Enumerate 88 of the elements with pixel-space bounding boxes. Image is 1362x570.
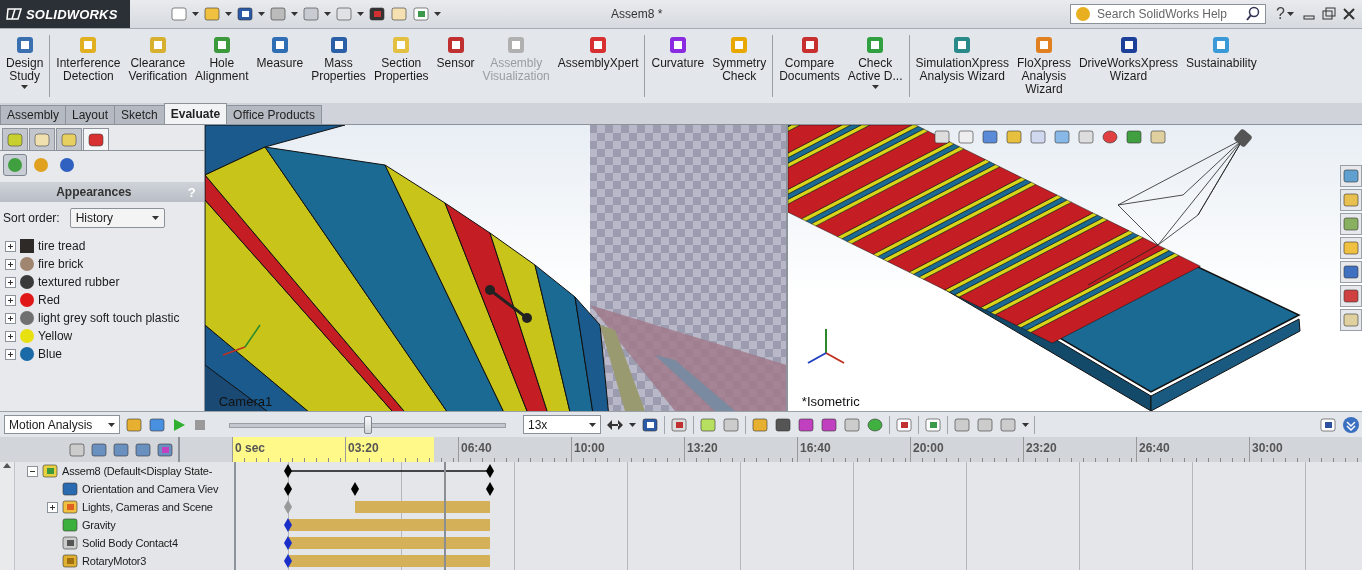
caret-icon[interactable]: [225, 12, 232, 16]
save-icon[interactable]: [641, 415, 659, 434]
tree-item[interactable]: Gravity: [82, 519, 116, 531]
search-icon[interactable]: [1245, 6, 1262, 22]
speed-dropdown[interactable]: 13x: [523, 415, 601, 434]
search-field[interactable]: Search SolidWorks Help: [1070, 4, 1267, 24]
expand-toggle-icon[interactable]: [5, 312, 16, 324]
command-tab[interactable]: Sketch: [114, 105, 165, 124]
sort-order-dropdown[interactable]: History: [69, 208, 165, 228]
appearance-item[interactable]: Blue: [38, 347, 63, 361]
ribbon-command[interactable]: Design Study: [3, 35, 47, 89]
help-button[interactable]: ?: [1274, 5, 1287, 23]
logo-mark-icon: [6, 7, 22, 21]
caret-icon[interactable]: [871, 85, 879, 89]
save-icon[interactable]: [236, 5, 254, 23]
appearance-item[interactable]: fire brick: [38, 257, 84, 271]
caret-icon[interactable]: [324, 12, 331, 16]
ribbon-command[interactable]: Sensor: [433, 35, 478, 70]
caret-icon[interactable]: [434, 12, 441, 16]
scroll-bar[interactable]: [0, 462, 15, 570]
ribbon-command[interactable]: Section Properties: [370, 35, 432, 83]
appearance-item[interactable]: Yellow: [38, 329, 73, 343]
restore-icon[interactable]: [1322, 7, 1336, 21]
ribbon-command[interactable]: Compare Documents: [776, 35, 843, 83]
ribbon-command[interactable]: FloXpress Analysis Wizard: [1013, 35, 1074, 96]
keyframe-marker[interactable]: [284, 554, 292, 568]
caret-icon[interactable]: [151, 216, 159, 220]
ribbon-command[interactable]: Symmetry Check: [709, 35, 770, 83]
appearance-item[interactable]: textured rubber: [38, 275, 120, 289]
ribbon-command[interactable]: Sustainability: [1183, 35, 1260, 70]
tree-item[interactable]: RotaryMotor3: [82, 555, 147, 567]
expand-toggle-icon[interactable]: [5, 294, 16, 306]
view-button[interactable]: [3, 154, 27, 176]
collapse-toggle-icon[interactable]: [27, 465, 38, 477]
appearance-item[interactable]: tire tread: [38, 239, 86, 253]
playback-slider[interactable]: [229, 415, 506, 434]
keyframe-marker[interactable]: [284, 536, 292, 550]
expand-toggle-icon[interactable]: [5, 240, 16, 252]
command-tab[interactable]: Office Products: [226, 105, 322, 124]
appearance-item[interactable]: Red: [38, 293, 60, 307]
keyframe-marker[interactable]: [486, 464, 494, 478]
caret-icon[interactable]: [291, 12, 298, 16]
caret-icon[interactable]: [357, 12, 364, 16]
keyframe-marker[interactable]: [284, 464, 292, 478]
panel-title: Appearances: [55, 185, 133, 199]
command-tab[interactable]: Evaluate: [163, 103, 228, 124]
keyframe-marker[interactable]: [284, 482, 292, 496]
command-tab[interactable]: Layout: [65, 105, 116, 124]
keyframe-marker[interactable]: [284, 500, 292, 514]
keyframe-marker[interactable]: [284, 518, 292, 532]
expand-toggle-icon[interactable]: [5, 348, 16, 360]
expand-toggle-icon[interactable]: [5, 258, 16, 270]
caret-icon[interactable]: [21, 85, 29, 89]
keyframe-marker[interactable]: [486, 482, 494, 496]
expand-toggle-icon[interactable]: [5, 276, 16, 288]
expand-toggle-icon[interactable]: [47, 501, 58, 513]
ribbon-command[interactable]: SimulationXpress Analysis Wizard: [912, 35, 1012, 83]
caret-icon[interactable]: [629, 422, 636, 427]
document-title: Assem8 *: [611, 7, 663, 21]
viewport-label: Camera1: [218, 394, 273, 409]
caret-icon[interactable]: [589, 422, 596, 427]
panel-tab[interactable]: [83, 128, 109, 150]
ribbon-command[interactable]: Measure: [253, 35, 307, 70]
ribbon-command[interactable]: Curvature: [648, 35, 708, 70]
collapse-icon[interactable]: [1342, 415, 1360, 434]
ribbon-command[interactable]: Clearance Verification: [125, 35, 191, 83]
caret-icon[interactable]: [1022, 422, 1029, 427]
ribbon-command[interactable]: Check Active D...: [844, 35, 906, 89]
ribbon-command[interactable]: Mass Properties: [308, 35, 369, 83]
caret-icon[interactable]: [192, 12, 199, 16]
keyframe-marker[interactable]: [351, 482, 359, 496]
expand-toggle-icon[interactable]: [5, 330, 16, 342]
appearance-item[interactable]: light grey soft touch plastic: [38, 311, 180, 325]
caret-icon[interactable]: [108, 422, 115, 427]
ribbon-command[interactable]: DriveWorksXpress Wizard: [1075, 35, 1182, 83]
command-tab[interactable]: Assembly: [0, 105, 66, 124]
study-type-dropdown[interactable]: Motion Analysis: [4, 415, 120, 434]
caret-icon[interactable]: [1287, 12, 1294, 16]
viewport-label: *Isometric: [801, 394, 860, 409]
ribbon-command[interactable]: AssemblyXpert: [554, 35, 642, 70]
ribbon-command[interactable]: Interference Detection: [53, 35, 124, 83]
logo-text: SOLIDWORKS: [26, 6, 118, 22]
slider-thumb[interactable]: [363, 415, 372, 434]
close-icon[interactable]: [1342, 7, 1356, 21]
double-arrow-icon[interactable]: [606, 417, 624, 432]
caret-icon[interactable]: [258, 12, 265, 16]
ribbon-command[interactable]: Hole Alignment: [192, 35, 252, 83]
sort-order-label: Sort order:: [3, 211, 60, 225]
